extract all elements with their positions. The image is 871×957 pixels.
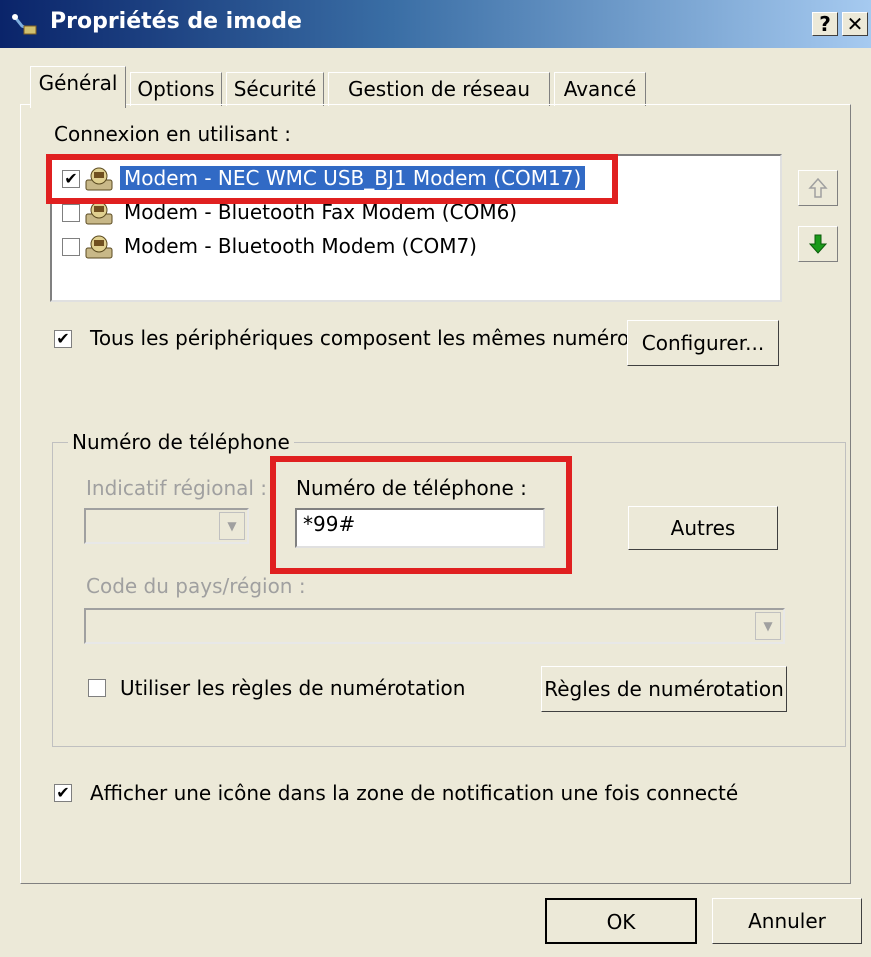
ok-button[interactable]: OK xyxy=(545,898,697,944)
device-highlight-box xyxy=(46,154,618,204)
phone-highlight-box xyxy=(270,456,572,574)
connection-label: Connexion en utilisant : xyxy=(54,122,291,146)
area-code-label: Indicatif régional : xyxy=(86,476,268,500)
move-up-button[interactable] xyxy=(798,170,838,206)
tab-options[interactable]: Options xyxy=(130,72,222,106)
dialing-rules-checkbox[interactable] xyxy=(88,679,106,697)
configure-button[interactable]: Configurer... xyxy=(627,320,779,366)
tab-security[interactable]: Sécurité xyxy=(226,72,324,106)
chevron-down-icon: ▼ xyxy=(219,512,245,540)
country-code-select[interactable]: ▼ xyxy=(84,608,785,644)
arrow-down-icon xyxy=(808,234,828,254)
country-code-label: Code du pays/région : xyxy=(86,574,306,598)
device-checkbox[interactable] xyxy=(62,238,80,256)
tab-advanced[interactable]: Avancé xyxy=(554,72,646,106)
title-bar[interactable]: Propriétés de imode ? ✕ xyxy=(0,0,871,48)
notification-checkbox[interactable]: ✔ xyxy=(54,784,72,802)
cancel-button[interactable]: Annuler xyxy=(712,898,862,944)
modem-icon xyxy=(85,235,113,259)
dialing-rules-label: Utiliser les règles de numérotation xyxy=(120,676,466,700)
device-checkbox[interactable] xyxy=(62,204,80,222)
phone-group-title: Numéro de téléphone xyxy=(68,430,294,454)
window-title: Propriétés de imode xyxy=(50,9,302,34)
notification-label: Afficher une icône dans la zone de notif… xyxy=(90,781,739,805)
tab-networking[interactable]: Gestion de réseau xyxy=(328,72,550,106)
properties-dialog: Propriétés de imode ? ✕ Général Options … xyxy=(0,0,871,957)
move-down-button[interactable] xyxy=(798,226,838,262)
connection-icon xyxy=(12,14,37,35)
close-button[interactable]: ✕ xyxy=(842,12,868,36)
device-label: Modem - Bluetooth Modem (COM7) xyxy=(124,234,477,258)
chevron-down-icon: ▼ xyxy=(755,612,781,640)
help-button[interactable]: ? xyxy=(812,12,838,36)
tab-general[interactable]: Général xyxy=(30,66,126,108)
modem-icon xyxy=(85,201,113,225)
others-button[interactable]: Autres xyxy=(628,506,778,550)
same-numbers-checkbox[interactable]: ✔ xyxy=(54,330,72,348)
dialing-rules-button[interactable]: Règles de numérotation xyxy=(541,666,787,712)
area-code-select[interactable]: ▼ xyxy=(84,508,249,544)
arrow-up-icon xyxy=(808,177,828,198)
same-numbers-label: Tous les périphériques composent les mêm… xyxy=(90,326,640,350)
